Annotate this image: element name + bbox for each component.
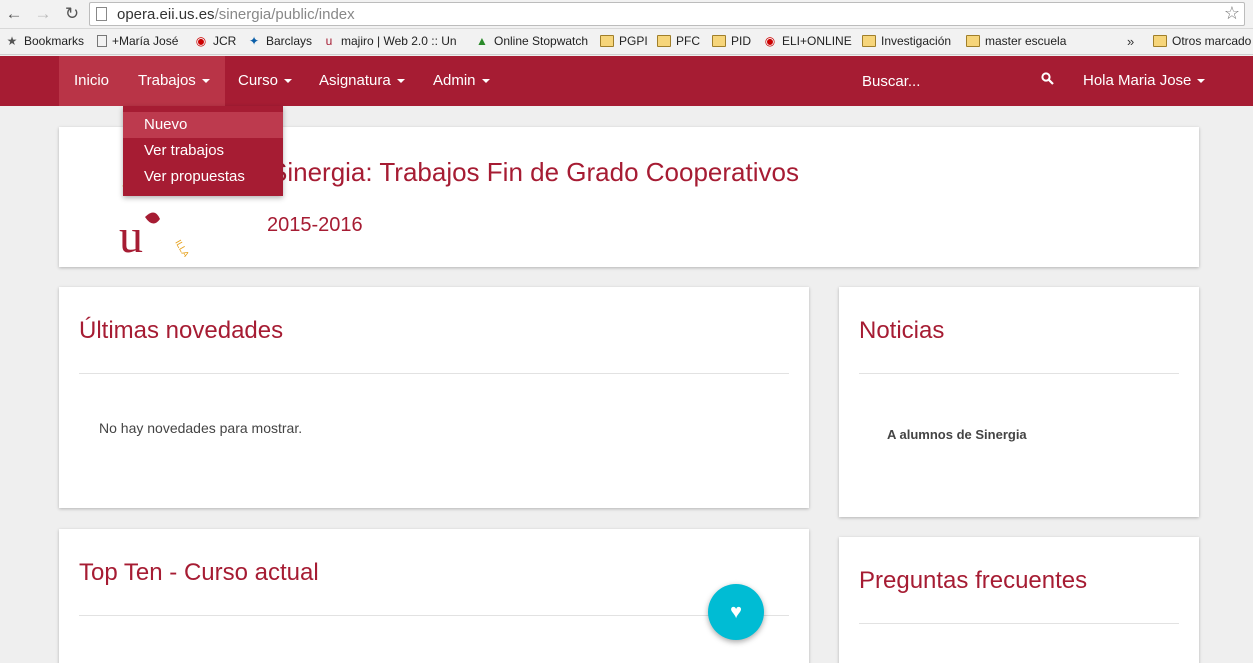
- star-icon: ★: [6, 34, 18, 48]
- divider: [859, 623, 1179, 624]
- address-bar[interactable]: opera.eii.us.es/sinergia/public/index ☆: [89, 2, 1245, 26]
- forward-arrow-icon[interactable]: →: [33, 4, 53, 24]
- us-logo-icon: u: [325, 34, 333, 48]
- folder-icon: [966, 35, 980, 47]
- page-icon: [97, 35, 107, 47]
- main-navbar: Inicio Trabajos Curso Asignatura Admin B…: [0, 56, 1253, 106]
- heart-icon: ♥: [730, 601, 742, 623]
- bookmark-majiro[interactable]: u majiro | Web 2.0 :: Uni: [322, 34, 456, 48]
- svg-text:u: u: [119, 210, 143, 257]
- search-input[interactable]: Buscar...: [862, 73, 920, 90]
- noticias-card: Noticias A alumnos de Sinergia: [839, 287, 1199, 517]
- page-icon: [96, 7, 107, 21]
- topten-card: Top Ten - Curso actual: [59, 529, 809, 663]
- nav-admin[interactable]: Admin: [418, 56, 505, 106]
- caret-down-icon: [481, 79, 490, 84]
- logo-text: ILLA: [173, 238, 191, 257]
- page-title: Sinergia: Trabajos Fin de Grado Cooperat…: [270, 157, 799, 187]
- jcr-icon: ◉: [195, 34, 207, 48]
- bookmark-pfc[interactable]: PFC: [657, 34, 700, 48]
- bookmark-pid[interactable]: PID: [712, 34, 751, 48]
- divider: [79, 615, 789, 616]
- folder-icon: [657, 35, 671, 47]
- news-item[interactable]: A alumnos de Sinergia: [887, 427, 1027, 442]
- divider: [859, 373, 1179, 374]
- favorite-button[interactable]: ♥: [708, 584, 764, 640]
- nav-curso[interactable]: Curso: [223, 56, 307, 106]
- bookmark-maria-jose[interactable]: +María José: [97, 34, 178, 48]
- bookmark-investigacion[interactable]: Investigación: [862, 34, 951, 48]
- caret-down-icon: [396, 79, 405, 84]
- nav-inicio[interactable]: Inicio: [59, 56, 125, 106]
- bookmark-master-escuela[interactable]: master escuela: [966, 34, 1066, 48]
- faq-card: Preguntas frecuentes: [839, 537, 1199, 663]
- caret-down-icon: [284, 79, 293, 84]
- bookmark-online-stopwatch[interactable]: ▲ Online Stopwatch: [475, 34, 588, 48]
- caret-down-icon: [201, 79, 210, 84]
- academic-year: 2015-2016: [267, 214, 363, 236]
- nav-asignatura[interactable]: Asignatura: [304, 56, 420, 106]
- bookmark-barclays[interactable]: ✦ Barclays: [247, 34, 312, 48]
- novedades-card: Últimas novedades No hay novedades para …: [59, 287, 809, 508]
- bookmark-pgpi[interactable]: PGPI: [600, 34, 648, 48]
- user-menu[interactable]: Hola Maria Jose: [1068, 56, 1220, 106]
- back-arrow-icon[interactable]: ←: [4, 4, 24, 24]
- search-icon[interactable]: [1041, 72, 1054, 88]
- divider: [79, 373, 789, 374]
- bookmark-jcr[interactable]: ◉ JCR: [194, 34, 237, 48]
- novedades-empty-message: No hay novedades para mostrar.: [99, 420, 303, 436]
- nav-trabajos[interactable]: Trabajos: [123, 56, 225, 106]
- bookmarks-bar: ★ Bookmarks +María José ◉ JCR ✦ Barclays um…: [0, 29, 1253, 55]
- folder-icon: [712, 35, 726, 47]
- dropdown-item-ver-propuestas[interactable]: Ver propuestas: [123, 164, 283, 190]
- bookmark-eli-online[interactable]: ◉ ELI+ONLINE: [763, 34, 852, 48]
- bookmark-star-icon[interactable]: ☆: [1224, 3, 1240, 24]
- dropdown-item-ver-trabajos[interactable]: Ver trabajos: [123, 138, 283, 164]
- reload-icon[interactable]: ↻: [62, 4, 82, 24]
- dropdown-item-nuevo[interactable]: Nuevo: [123, 112, 283, 138]
- more-bookmarks-icon[interactable]: »: [1127, 34, 1134, 49]
- bookmark-bookmarks[interactable]: ★ Bookmarks: [5, 34, 84, 48]
- bookmark-otros-marcadores[interactable]: Otros marcado: [1153, 34, 1251, 48]
- browser-toolbar: ← → ↻ opera.eii.us.es/sinergia/public/in…: [0, 0, 1253, 29]
- folder-icon: [862, 35, 876, 47]
- faq-title: Preguntas frecuentes: [859, 567, 1088, 594]
- barclays-icon: ✦: [248, 34, 260, 48]
- novedades-title: Últimas novedades: [79, 317, 284, 344]
- caret-down-icon: [1197, 79, 1206, 84]
- url-text: opera.eii.us.es/sinergia/public/index: [117, 6, 355, 23]
- folder-icon: [1153, 35, 1167, 47]
- stopwatch-icon: ▲: [476, 34, 488, 48]
- eli-icon: ◉: [764, 34, 776, 48]
- folder-icon: [600, 35, 614, 47]
- trabajos-dropdown: Nuevo Ver trabajos Ver propuestas: [123, 106, 283, 196]
- topten-title: Top Ten - Curso actual: [79, 559, 319, 586]
- noticias-title: Noticias: [859, 317, 945, 344]
